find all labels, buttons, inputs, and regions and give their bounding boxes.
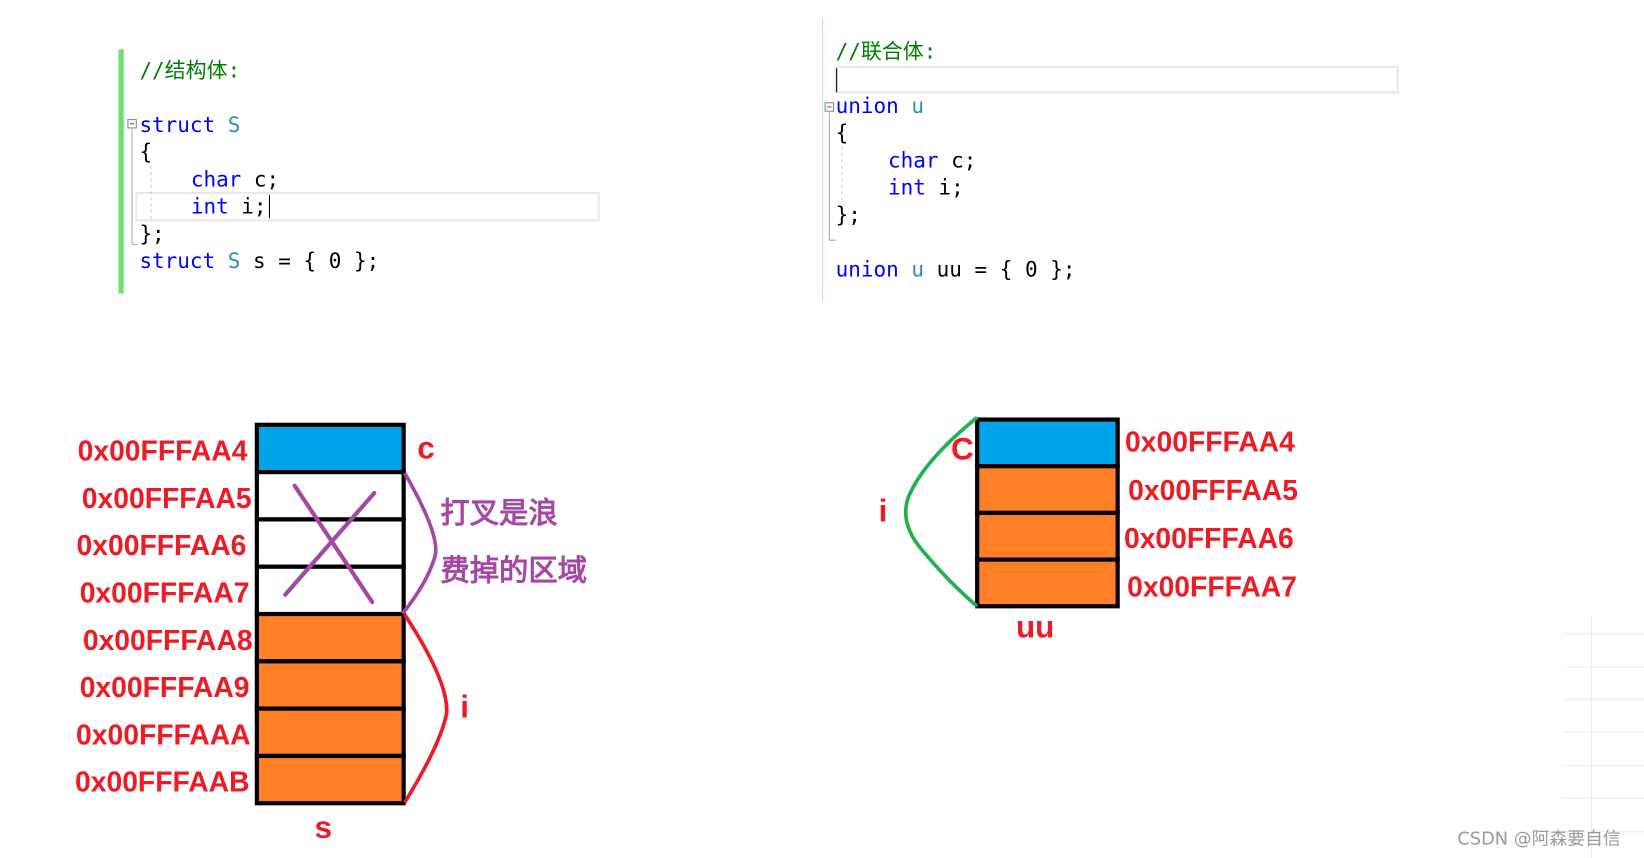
label-s: s bbox=[315, 810, 332, 845]
change-bar bbox=[118, 49, 124, 294]
union-memory-diagram: 0x00FFFAA4 0x00FFFAA5 0x00FFFAA6 0x00FFFAA7… bbox=[879, 416, 1298, 645]
union-code-panel: //联合体: union u { char c; int i; }; union… bbox=[822, 18, 1399, 303]
code-line: char c; bbox=[888, 148, 976, 172]
waste-note: 打叉是浪 bbox=[440, 496, 558, 530]
memory-cell-waste bbox=[254, 564, 406, 617]
memory-cell-i bbox=[254, 611, 406, 664]
code-line: int i; bbox=[191, 195, 267, 219]
change-bar bbox=[822, 18, 824, 303]
code-line: char c; bbox=[191, 167, 279, 191]
code-line: }; bbox=[139, 222, 164, 246]
memory-cell-i bbox=[975, 557, 1120, 609]
memory-cell-i bbox=[975, 464, 1120, 516]
address-label: 0x00FFFAA6 bbox=[1124, 522, 1294, 554]
watermark: CSDN @阿森要自信 bbox=[1457, 829, 1620, 850]
label-uu: uu bbox=[1016, 610, 1054, 645]
address-label: 0x00FFFAAB bbox=[75, 766, 250, 798]
memory-cell-c bbox=[254, 422, 406, 475]
waste-brace bbox=[401, 472, 438, 615]
struct-code-panel: //结构体: struct S { char c; int i; }; stru… bbox=[118, 49, 600, 294]
address-label: 0x00FFFAA4 bbox=[1125, 426, 1295, 458]
label-i: i bbox=[460, 689, 469, 724]
address-label: 0x00FFFAA5 bbox=[1128, 474, 1298, 506]
address-label: 0x00FFFAAA bbox=[76, 718, 251, 750]
struct-comment: //结构体: bbox=[139, 58, 240, 82]
code-line: { bbox=[139, 140, 152, 164]
memory-cell-i bbox=[254, 659, 406, 711]
collapse-icon[interactable] bbox=[127, 119, 137, 129]
memory-cell-i bbox=[254, 753, 406, 806]
code-line: int i; bbox=[888, 176, 964, 200]
collapse-icon[interactable] bbox=[824, 102, 835, 112]
canvas: //结构体: struct S { char c; int i; }; stru… bbox=[75, 18, 1644, 858]
waste-note: 费掉的区域 bbox=[440, 554, 587, 588]
address-label: 0x00FFFAA7 bbox=[80, 576, 250, 608]
background-grid bbox=[1562, 616, 1644, 858]
memory-cell-i bbox=[254, 706, 406, 759]
address-label: 0x00FFFAA7 bbox=[1127, 570, 1297, 602]
code-line: { bbox=[836, 121, 849, 145]
address-label: 0x00FFFAA8 bbox=[83, 624, 253, 656]
code-line: union u uu = { 0 }; bbox=[836, 258, 1076, 282]
struct-memory-diagram: 0x00FFFAA4 0x00FFFAA5 0x00FFFAA6 0x00FFFAA7… bbox=[75, 422, 587, 845]
label-c: C bbox=[951, 431, 974, 466]
address-label: 0x00FFFAA4 bbox=[78, 435, 248, 467]
address-label: 0x00FFFAA6 bbox=[77, 529, 247, 561]
code-line: }; bbox=[836, 203, 861, 227]
address-label: 0x00FFFAA9 bbox=[80, 671, 250, 703]
current-line-highlight bbox=[834, 66, 1399, 94]
union-comment: //联合体: bbox=[836, 39, 937, 63]
label-c: c bbox=[417, 430, 434, 465]
fold-guide bbox=[131, 129, 138, 245]
code-line: struct S s = { 0 }; bbox=[139, 249, 379, 273]
int-brace bbox=[403, 613, 449, 804]
label-i: i bbox=[879, 493, 888, 528]
code-line: union u bbox=[836, 94, 924, 118]
address-label: 0x00FFFAA5 bbox=[82, 482, 252, 514]
memory-cell-waste bbox=[254, 470, 406, 522]
memory-cell-c bbox=[975, 417, 1120, 469]
code-line: struct S bbox=[139, 113, 240, 137]
memory-cell-i bbox=[975, 510, 1120, 562]
